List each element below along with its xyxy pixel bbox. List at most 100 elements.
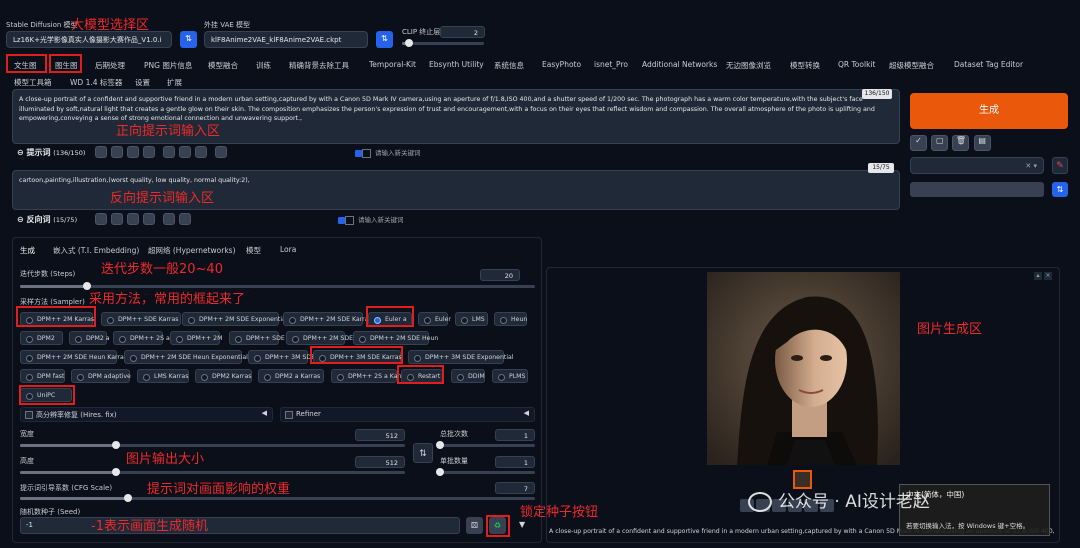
sampler-option[interactable]: DPM++ 3M SDE — [248, 350, 315, 364]
sub-tab-3[interactable]: 模型 — [246, 245, 261, 256]
main-tab-row2-1[interactable]: WD 1.4 标签器 — [70, 77, 122, 88]
main-tab-14[interactable]: 模型转换 — [790, 60, 820, 71]
refresh-model-button[interactable]: ⇅ — [180, 31, 197, 48]
main-tab-13[interactable]: 无边图像浏览 — [726, 60, 771, 71]
batch-size-slider[interactable] — [436, 468, 535, 476]
check-icon[interactable]: ✓ — [910, 135, 927, 151]
sampler-option[interactable]: Euler — [418, 312, 451, 326]
seed-input[interactable]: -1 — [20, 517, 460, 534]
close-icon[interactable]: × — [1043, 272, 1052, 280]
clip-value[interactable]: 2 — [440, 26, 485, 38]
style-bar[interactable] — [910, 182, 1044, 197]
sub-tab-2[interactable]: 超网络 (Hypernetworks) — [148, 245, 236, 256]
style-icon[interactable] — [95, 213, 107, 225]
main-tab-10[interactable]: EasyPhoto — [542, 60, 581, 69]
paste-icon[interactable] — [127, 213, 139, 225]
sub-tab-1[interactable]: 嵌入式 (T.I. Embedding) — [53, 245, 139, 256]
sampler-option[interactable]: DPM++ 2M SDE Heun — [353, 331, 438, 345]
batch-count-value[interactable]: 1 — [495, 429, 535, 441]
swap-dimensions-button[interactable]: ⇅ — [413, 443, 433, 463]
main-tab-11[interactable]: isnet_Pro — [594, 60, 628, 69]
main-tab-6[interactable]: 精确背景去除工具 — [289, 60, 349, 71]
sampler-option[interactable]: DPM fast — [20, 369, 65, 383]
cfg-slider[interactable] — [20, 494, 535, 502]
refresh-icon[interactable] — [111, 213, 123, 225]
sampler-option[interactable]: DPM adaptive — [71, 369, 131, 383]
refresh-icon[interactable] — [111, 146, 123, 158]
sampler-option[interactable]: DPM++ 2M SDE Heun Exponential — [124, 350, 248, 364]
sampler-option[interactable]: DPM++ 3M SDE Exponential — [408, 350, 514, 364]
sampler-option[interactable]: DPM2 a Karras — [258, 369, 324, 383]
sampler-option[interactable]: DPM++ 2M SDE — [286, 331, 353, 345]
hires-checkbox[interactable] — [25, 411, 33, 419]
sampler-option[interactable]: DPM++ 2M — [170, 331, 222, 345]
clipboard-icon[interactable]: ▤ — [973, 135, 991, 151]
main-tab-3[interactable]: PNG 图片信息 — [144, 60, 192, 71]
steps-value[interactable]: 20 — [480, 269, 520, 281]
paste-icon[interactable] — [127, 146, 139, 158]
model-select[interactable]: Lz16K+光学影像真实人像摄影大赛作品_V1.0.i — [6, 31, 172, 48]
cfg-value[interactable]: 7 — [495, 482, 535, 494]
neg-bar[interactable]: ⊖ 反向词 (15/75) — [17, 214, 77, 225]
sampler-option[interactable]: DDIM — [451, 369, 485, 383]
settings-icon[interactable] — [215, 146, 227, 158]
main-tab-7[interactable]: Temporal-Kit — [369, 60, 416, 69]
styles-select[interactable]: ✕ ▾ — [910, 157, 1044, 174]
checkbox-icon[interactable] — [355, 149, 362, 157]
width-value[interactable]: 512 — [355, 429, 405, 441]
trash-icon[interactable]: 🗑 — [952, 135, 970, 151]
sampler-option[interactable]: DPM++ 2M SDE Karras — [283, 312, 372, 326]
main-tab-row2-3[interactable]: 扩展 — [167, 77, 182, 88]
copy-icon[interactable] — [143, 213, 155, 225]
random-seed-button[interactable]: ⚄ — [466, 517, 483, 534]
sub-tab-4[interactable]: Lora — [280, 245, 296, 254]
refiner-accordion[interactable]: Refiner ◀ — [280, 407, 535, 422]
height-slider[interactable] — [20, 468, 405, 476]
checkbox-icon[interactable] — [338, 216, 345, 224]
batch-size-value[interactable]: 1 — [495, 456, 535, 468]
copy-icon[interactable]: ▢ — [931, 135, 949, 151]
prompt-new-keyword[interactable]: 请输入新关键词 — [355, 147, 421, 158]
list-icon[interactable] — [163, 146, 175, 158]
sampler-option[interactable]: LMS — [455, 312, 488, 326]
main-tab-12[interactable]: Additional Networks — [642, 60, 717, 69]
prompt-bar[interactable]: ⊖ 提示词 (136/150) — [17, 147, 85, 158]
height-value[interactable]: 512 — [355, 456, 405, 468]
refresh-vae-button[interactable]: ⇅ — [376, 31, 393, 48]
width-slider[interactable] — [20, 441, 405, 449]
batch-count-slider[interactable] — [436, 441, 535, 449]
trash-icon[interactable] — [179, 213, 191, 225]
seed-expand-icon[interactable]: ▼ — [519, 520, 525, 529]
sampler-option[interactable]: DPM++ 2S a — [113, 331, 170, 345]
maximize-icon[interactable]: ▴ — [1034, 272, 1042, 280]
vae-select[interactable]: klF8Anime2VAE_klF8Anime2VAE.ckpt — [204, 31, 368, 48]
sampler-option[interactable]: DPM++ SDE — [229, 331, 285, 345]
list-icon[interactable] — [163, 213, 175, 225]
generate-button[interactable]: 生成 — [910, 93, 1068, 129]
main-tab-row2-0[interactable]: 模型工具箱 — [14, 77, 52, 88]
main-tab-row2-2[interactable]: 设置 — [135, 77, 150, 88]
trash-icon[interactable] — [179, 146, 191, 158]
sampler-option[interactable]: LMS Karras — [137, 369, 189, 383]
clear-icon[interactable]: ✕ — [1025, 162, 1031, 170]
reset-icon[interactable] — [195, 146, 207, 158]
hires-fix-accordion[interactable]: 高分辨率修复 (Hires. fix) ◀ — [20, 407, 273, 422]
sub-tab-0[interactable]: 生成 — [20, 245, 35, 256]
sampler-option[interactable]: DPM2 — [20, 331, 63, 345]
sampler-option[interactable]: Heun — [494, 312, 527, 326]
main-tab-16[interactable]: 超级模型融合 — [889, 60, 934, 71]
main-tab-5[interactable]: 训练 — [256, 60, 271, 71]
generated-image[interactable] — [707, 272, 900, 465]
brush-icon[interactable]: ✎ — [1052, 157, 1068, 174]
sampler-option[interactable]: DPM2 a — [69, 331, 110, 345]
copy-icon[interactable] — [143, 146, 155, 158]
main-tab-15[interactable]: QR Toolkit — [838, 60, 875, 69]
main-tab-17[interactable]: Dataset Tag Editor — [954, 60, 1023, 69]
main-tab-8[interactable]: Ebsynth Utility — [429, 60, 484, 69]
main-tab-4[interactable]: 模型融合 — [208, 60, 238, 71]
sampler-option[interactable]: DPM++ 2M SDE Heun Karras — [20, 350, 127, 364]
main-tab-2[interactable]: 后期处理 — [95, 60, 125, 71]
sampler-option[interactable]: PLMS — [492, 369, 528, 383]
sampler-option[interactable]: DPM++ 2M SDE Exponential — [182, 312, 288, 326]
neg-new-keyword[interactable]: 请输入新关键词 — [338, 214, 404, 225]
